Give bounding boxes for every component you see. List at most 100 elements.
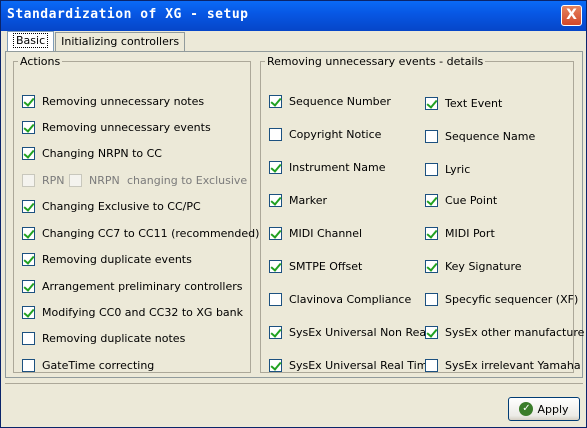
cue-point-label: Cue Point [445,193,498,207]
removing-duplicate-events-checkbox[interactable] [22,252,35,266]
changing-cc7-to-cc11-option[interactable]: Changing CC7 to CC11 (recommended) [22,225,259,241]
midi-port-label: MIDI Port [445,226,495,240]
rpn-checkbox[interactable] [22,173,35,187]
cue-point-checkbox[interactable] [425,193,438,207]
text-event-label: Text Event [445,96,503,110]
removing-unnecessary-events-checkbox[interactable] [22,120,35,134]
sequence-number-checkbox[interactable] [269,94,282,108]
clavinova-compliance-checkbox[interactable] [269,292,282,306]
removing-duplicate-notes-checkbox[interactable] [22,331,35,345]
nrpn-checkbox[interactable] [69,173,82,187]
sysex-other-manufacture-label: SysEx other manufacture [445,325,585,339]
instrument-name-checkbox[interactable] [269,160,282,174]
marker-option[interactable]: Marker [269,192,327,208]
title-bar[interactable]: Standardization of XG - setup X [1,1,586,31]
midi-channel-checkbox[interactable] [269,226,282,240]
rpn-label: RPN [42,173,65,187]
tab-strip: Basic Initializing controllers [7,31,186,52]
gatetime-correcting-label: GateTime correcting [42,358,155,372]
sysex-irrelevant-yamaha-checkbox[interactable] [425,358,438,372]
copyright-notice-option[interactable]: Copyright Notice [269,126,381,142]
tab-initializing-controllers[interactable]: Initializing controllers [55,32,186,51]
copyright-notice-checkbox[interactable] [269,127,282,141]
nrpn-option[interactable]: NRPN [69,172,120,188]
key-signature-option[interactable]: Key Signature [425,258,522,274]
changing-exclusive-to-cc-pc-label: Changing Exclusive to CC/PC [42,199,201,213]
marker-checkbox[interactable] [269,193,282,207]
sysex-other-manufacture-checkbox[interactable] [425,325,438,339]
tab-basic-label: Basic [13,33,49,48]
lyric-label: Lyric [445,162,471,176]
sysex-irrelevant-yamaha-label: SysEx irrelevant Yamaha [445,358,581,372]
lyric-checkbox[interactable] [425,162,438,176]
close-button[interactable]: X [561,5,582,26]
sysex-irrelevant-yamaha-option[interactable]: SysEx irrelevant Yamaha [425,357,581,373]
sysex-universal-non-real-label: SysEx Universal Non Real [289,325,430,339]
smtpe-offset-option[interactable]: SMTPE Offset [269,258,362,274]
arrangement-preliminary-controllers-checkbox[interactable] [22,279,35,293]
sequence-number-option[interactable]: Sequence Number [269,93,391,109]
removing-unnecessary-notes-checkbox[interactable] [22,94,35,108]
changing-nrpn-to-cc-option[interactable]: Changing NRPN to CC [22,145,162,161]
sysex-other-manufacture-option[interactable]: SysEx other manufacture [425,324,584,340]
changing-exclusive-to-cc-pc-option[interactable]: Changing Exclusive to CC/PC [22,198,201,214]
removing-unnecessary-events-label: Removing unnecessary events [42,120,211,134]
instrument-name-option[interactable]: Instrument Name [269,159,385,175]
cue-point-option[interactable]: Cue Point [425,192,497,208]
sysex-universal-real-time-checkbox[interactable] [269,358,282,372]
rpn-option[interactable]: RPN [22,172,65,188]
nrpn-label: NRPN [89,173,120,187]
midi-channel-label: MIDI Channel [289,226,363,240]
midi-port-checkbox[interactable] [425,226,438,240]
setup-window: Standardization of XG - setup X Basic In… [0,0,587,428]
sequence-name-option[interactable]: Sequence Name [425,128,535,144]
gatetime-correcting-option[interactable]: GateTime correcting [22,357,154,373]
specific-sequencer-xf-checkbox[interactable] [425,292,438,306]
basic-tab-panel: Actions Removing unnecessary notes Remov… [5,51,584,378]
window-title: Standardization of XG - setup [7,7,249,22]
sequence-number-label: Sequence Number [289,94,391,108]
event-details-group: Removing unnecessary events - details Se… [260,55,584,373]
sysex-universal-non-real-checkbox[interactable] [269,325,282,339]
removing-duplicate-notes-label: Removing duplicate notes [42,331,186,345]
instrument-name-label: Instrument Name [289,160,386,174]
gatetime-correcting-checkbox[interactable] [22,358,35,372]
specific-sequencer-xf-option[interactable]: Specyfic sequencer (XF) [425,291,578,307]
smtpe-offset-checkbox[interactable] [269,259,282,273]
marker-label: Marker [289,193,328,207]
removing-duplicate-events-label: Removing duplicate events [42,252,192,266]
midi-channel-option[interactable]: MIDI Channel [269,225,362,241]
actions-group: Actions Removing unnecessary notes Remov… [13,55,259,373]
removing-duplicate-notes-option[interactable]: Removing duplicate notes [22,330,185,346]
removing-unnecessary-notes-option[interactable]: Removing unnecessary notes [22,93,204,109]
sysex-universal-non-real-option[interactable]: SysEx Universal Non Real [269,324,429,340]
arrangement-preliminary-controllers-option[interactable]: Arrangement preliminary controllers [22,278,242,294]
clavinova-compliance-label: Clavinova Compliance [289,292,412,306]
sysex-universal-real-time-option[interactable]: SysEx Universal Real Time [269,357,434,373]
specific-sequencer-xf-label: Specyfic sequencer (XF) [445,292,579,306]
event-details-legend: Removing unnecessary events - details [267,55,484,68]
clavinova-compliance-option[interactable]: Clavinova Compliance [269,291,411,307]
changing-cc7-to-cc11-label: Changing CC7 to CC11 (recommended) [42,226,260,240]
apply-check-icon: ✓ [519,402,534,416]
tab-basic[interactable]: Basic [7,31,55,52]
actions-legend: Actions [20,55,61,68]
changing-nrpn-to-cc-checkbox[interactable] [22,146,35,160]
tab-initializing-controllers-label: Initializing controllers [61,35,180,48]
text-event-checkbox[interactable] [425,96,438,110]
modifying-cc0-cc32-option[interactable]: Modifying CC0 and CC32 to XG bank [22,304,243,320]
apply-button[interactable]: ✓ Apply [508,397,580,421]
key-signature-label: Key Signature [445,259,522,273]
sequence-name-checkbox[interactable] [425,129,438,143]
changing-exclusive-to-cc-pc-checkbox[interactable] [22,199,35,213]
changing-nrpn-to-cc-label: Changing NRPN to CC [42,146,162,160]
removing-unnecessary-events-option[interactable]: Removing unnecessary events [22,119,211,135]
modifying-cc0-cc32-checkbox[interactable] [22,305,35,319]
apply-label: Apply [537,402,569,416]
key-signature-checkbox[interactable] [425,259,438,273]
removing-duplicate-events-option[interactable]: Removing duplicate events [22,251,192,267]
lyric-option[interactable]: Lyric [425,161,470,177]
midi-port-option[interactable]: MIDI Port [425,225,495,241]
text-event-option[interactable]: Text Event [425,95,502,111]
changing-cc7-to-cc11-checkbox[interactable] [22,226,35,240]
